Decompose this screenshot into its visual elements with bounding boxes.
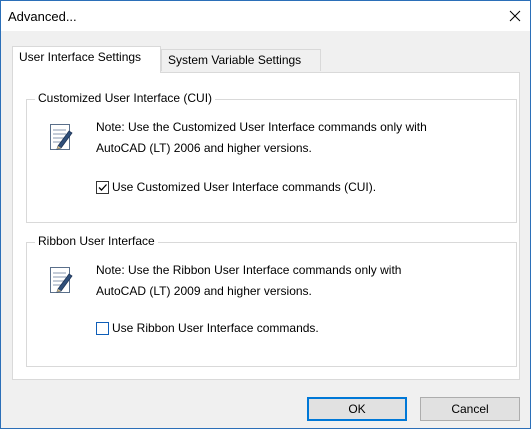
cui-group-title: Customized User Interface (CUI)	[35, 91, 216, 105]
note-icon	[50, 124, 73, 150]
check-icon	[98, 183, 107, 191]
tab-system-variable-settings[interactable]: System Variable Settings	[161, 49, 321, 71]
cui-checkbox-row[interactable]: Use Customized User Interface commands (…	[96, 180, 376, 194]
cui-checkbox[interactable]	[96, 180, 109, 194]
cui-group: Customized User Interface (CUI) Note: Us…	[26, 91, 517, 223]
note-icon	[50, 267, 73, 293]
cui-note-line1: Note: Use the Customized User Interface …	[96, 120, 427, 134]
cui-note: Note: Use the Customized User Interface …	[96, 117, 427, 159]
ribbon-checkbox-label: Use Ribbon User Interface commands.	[112, 321, 319, 335]
window-title: Advanced...	[8, 9, 77, 24]
cancel-button[interactable]: Cancel	[420, 397, 520, 421]
cui-note-line2: AutoCAD (LT) 2006 and higher versions.	[96, 141, 312, 155]
ok-button[interactable]: OK	[307, 397, 407, 421]
advanced-dialog: Advanced... User Interface Settings Syst…	[0, 0, 531, 429]
ribbon-note-line2: AutoCAD (LT) 2009 and higher versions.	[96, 284, 312, 298]
cui-checkbox-label: Use Customized User Interface commands (…	[112, 180, 377, 194]
ribbon-checkbox[interactable]	[96, 321, 109, 335]
tab-user-interface-settings[interactable]: User Interface Settings	[12, 46, 161, 73]
ribbon-note: Note: Use the Ribbon User Interface comm…	[96, 260, 401, 302]
title-bar: Advanced...	[1, 1, 530, 31]
ribbon-group: Ribbon User Interface Note: Use the Ribb…	[26, 234, 517, 367]
ribbon-checkbox-row[interactable]: Use Ribbon User Interface commands.	[96, 321, 319, 335]
close-icon	[509, 10, 521, 22]
ribbon-note-line1: Note: Use the Ribbon User Interface comm…	[96, 263, 402, 277]
close-button[interactable]	[500, 1, 530, 31]
ribbon-group-title: Ribbon User Interface	[35, 234, 158, 248]
